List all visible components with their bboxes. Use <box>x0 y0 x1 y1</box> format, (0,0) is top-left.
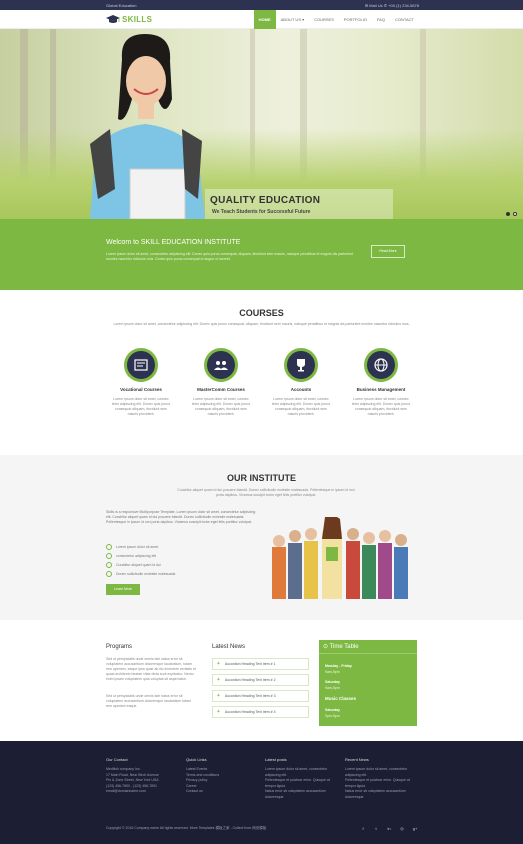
courses-section: COURSES Lorem ipsum dolor sit amet, cons… <box>0 290 523 455</box>
nav-item-contact[interactable]: CONTACT <box>390 10 419 29</box>
course-text: Lorem ipsum dolor sit amet, consec tetur… <box>191 397 251 416</box>
hero-title: QUALITY EDUCATION <box>210 195 321 206</box>
footer-contact-heading: Our Contact <box>106 757 128 762</box>
learn-more-button[interactable]: Learn More <box>106 584 140 595</box>
timetable-value: 9am-5pm <box>325 686 340 690</box>
footer-post-link[interactable]: Natus error sit voluptatem accusantium d… <box>265 789 335 800</box>
footer-news-link[interactable]: Pellentesque et pulvinar enim. Quisque a… <box>345 778 417 789</box>
course-text: Lorem ipsum dolor sit amet, consec tetur… <box>111 397 171 416</box>
globe-icon <box>364 348 398 382</box>
latest-news-heading: Latest News <box>212 644 246 650</box>
course-card[interactable]: Vocational Courses Lorem ipsum dolor sit… <box>106 348 176 417</box>
info-section: Programs Sed ut perspiciatis unde omnis … <box>0 620 523 741</box>
slider-dot-1[interactable] <box>506 212 510 216</box>
courses-intro: Lorem ipsum dolor sit amet, consectetur … <box>113 322 410 326</box>
check-circle-icon <box>106 553 112 559</box>
footer-posts-list: Lorem ipsum dolor sit amet, consectetur … <box>265 767 335 800</box>
twitter-icon[interactable]: t <box>372 825 380 833</box>
slider-dots <box>506 212 517 216</box>
timetable-value: 2pm-5pm <box>325 714 340 718</box>
programs-heading: Programs <box>106 644 133 650</box>
footer-link[interactable]: Contact us <box>186 789 219 795</box>
welcome-heading: Welcom to SKILL EDUCATION INSTITUTE <box>106 239 241 246</box>
news-accordion-item[interactable]: Accordion Heading Text Item # 2 <box>212 674 309 686</box>
nav-menu: HOME ABOUT US ▾ COURSES PORTFOLIO FAQ CO… <box>253 10 419 29</box>
checklist-item: Lorem ipsum dolor sit amet <box>106 544 158 550</box>
checklist-item: Curabitur aliquet quam id dui <box>106 562 161 568</box>
site-logo[interactable]: SKILLS <box>106 14 152 24</box>
trophy-icon <box>284 348 318 382</box>
nav-item-portfolio[interactable]: PORTFOLIO <box>339 10 372 29</box>
timetable-heading: ⊙ Time Table <box>319 640 417 654</box>
welcome-banner: Welcom to SKILL EDUCATION INSTITUTE Lore… <box>0 219 523 290</box>
footer-quick-links: Latest Events Terms and conditions Priva… <box>186 767 219 795</box>
news-accordion-item[interactable]: Accordion Heading Text Item # 1 <box>212 658 309 670</box>
timetable-box: ⊙ Time Table Monday - Friday 9am-5pm Sat… <box>319 640 417 726</box>
course-title: Business Management <box>356 387 406 392</box>
course-title: Vocational Courses <box>120 387 162 392</box>
courses-title: COURSES <box>239 308 284 318</box>
footer-recent-heading: Recent News <box>345 757 369 762</box>
footer-news-link[interactable]: Natus error sit voluptatem accusantium d… <box>345 789 417 800</box>
course-card[interactable]: Accounts Lorem ipsum dolor sit amet, con… <box>266 348 336 417</box>
institute-paragraph: Skills is a responsive Multipurpose Temp… <box>106 510 256 524</box>
timetable-label: Saturday <box>325 680 340 684</box>
student-photo <box>90 34 205 219</box>
timetable-label: Monday - Friday <box>325 664 352 668</box>
social-links: f t in ◎ g+ <box>359 825 419 833</box>
news-accordion-item[interactable]: Accordion Heading Text Item # 3 <box>212 690 309 702</box>
footer-post-link[interactable]: Lorem ipsum dolor sit amet, consectetur … <box>265 767 335 778</box>
course-text: Lorem ipsum dolor sit amet, consec tetur… <box>271 397 331 416</box>
copyright-text: Copyright © 2016 Company name All rights… <box>106 826 267 830</box>
footer-news-link[interactable]: Lorem ipsum dolor sit amet, consectetur … <box>345 767 417 778</box>
footer-contact-list: Medilink company Inc. 17 Main Road, Near … <box>106 767 159 793</box>
site-footer: Our Contact Medilink company Inc. 17 Main… <box>0 741 523 844</box>
checklist-item: consectetur adipiscing elit <box>106 553 156 559</box>
footer-posts-heading: Latest posts <box>265 757 287 762</box>
site-logo-text: SKILLS <box>122 14 153 24</box>
users-icon <box>204 348 238 382</box>
slider-dot-2[interactable] <box>513 212 517 216</box>
certificate-icon <box>124 348 158 382</box>
google-plus-icon[interactable]: g+ <box>411 825 419 833</box>
graduation-cap-icon <box>106 15 120 23</box>
check-circle-icon <box>106 571 112 577</box>
programs-text: Sed ut perspiciatis unde omnis iste natu… <box>106 657 196 681</box>
nav-item-courses[interactable]: COURSES <box>309 10 339 29</box>
facebook-icon[interactable]: f <box>359 825 367 833</box>
footer-recent-list: Lorem ipsum dolor sit amet, consectetur … <box>345 767 417 800</box>
hero-slider[interactable]: QUALITY EDUCATION We Teach Students for … <box>0 29 523 219</box>
institute-title: OUR INSTITUTE <box>227 473 296 483</box>
checklist-item: Donec sollicitudin molestie malesuada <box>106 571 175 577</box>
course-title: Accounts <box>290 387 312 392</box>
institute-section: OUR INSTITUTE Curabitur aliquet quam id … <box>0 455 523 620</box>
course-card[interactable]: MasterComm Courses Lorem ipsum dolor sit… <box>186 348 256 417</box>
footer-post-link[interactable]: Pellentesque et pulvinar enim. Quisque a… <box>265 778 335 789</box>
news-accordion-item[interactable]: Accordion Heading Text Item # 4 <box>212 706 309 718</box>
read-more-button[interactable]: Read More <box>371 245 405 258</box>
nav-item-home[interactable]: HOME <box>253 10 276 29</box>
timetable-label: Music Classes <box>325 696 357 701</box>
timetable-label: Saturday <box>325 708 340 712</box>
welcome-text: Lorem ipsum dolor sit amet, consectetur … <box>106 252 353 261</box>
course-title: MasterComm Courses <box>197 387 245 392</box>
check-circle-icon <box>106 544 112 550</box>
institute-intro: Curabitur aliquet quam id dui posuere bl… <box>177 488 355 497</box>
students-group-photo <box>272 517 408 599</box>
top-bar: Global Education ✉ Mail Us ✆ +00 (1) 234… <box>0 0 523 10</box>
check-circle-icon <box>106 562 112 568</box>
linkedin-icon[interactable]: in <box>385 825 393 833</box>
hero-subtitle: We Teach Students for Successful Future <box>212 209 311 215</box>
programs-text-2: Sed ut perspiciatis unde omnis iste natu… <box>106 694 192 708</box>
footer-quick-heading: Quick Links <box>186 757 207 762</box>
main-navbar: SKILLS HOME ABOUT US ▾ COURSES PORTFOLIO… <box>0 10 523 29</box>
nav-item-about[interactable]: ABOUT US ▾ <box>276 10 310 29</box>
top-bar-left-text: Global Education <box>106 3 137 8</box>
course-text: Lorem ipsum dolor sit amet, consec tetur… <box>351 397 411 416</box>
nav-item-faq[interactable]: FAQ <box>372 10 390 29</box>
course-card[interactable]: Business Management Lorem ipsum dolor si… <box>346 348 416 417</box>
dribbble-icon[interactable]: ◎ <box>398 825 406 833</box>
top-bar-contact-text: ✉ Mail Us ✆ +00 (1) 234-5678 <box>364 3 419 8</box>
timetable-value: 9am-5pm <box>325 670 340 674</box>
